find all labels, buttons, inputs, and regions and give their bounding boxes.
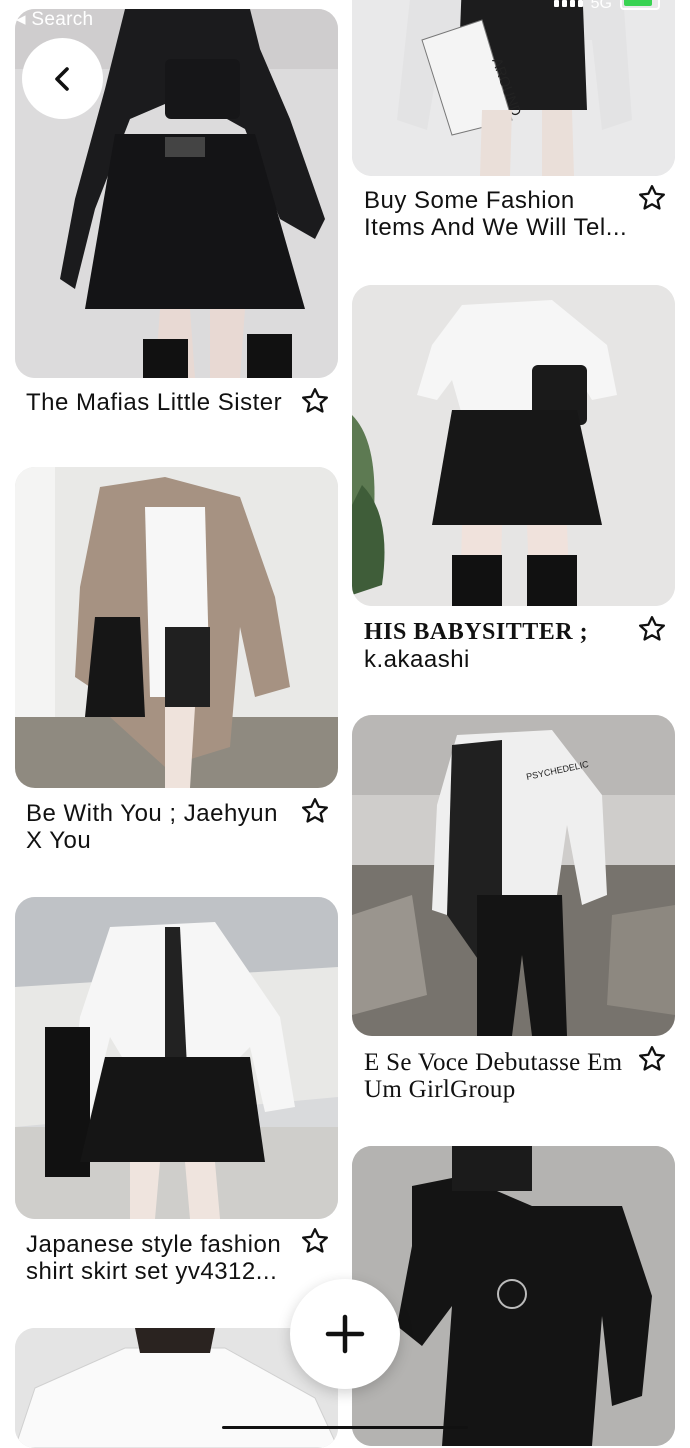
pin-image[interactable] (15, 1328, 338, 1448)
back-button[interactable] (22, 38, 103, 119)
save-pin-button[interactable] (637, 614, 667, 644)
pin-image[interactable] (15, 897, 338, 1219)
star-icon (639, 616, 665, 641)
pin-title-line: HIS BABYSITTER ; (364, 619, 589, 645)
pin-image[interactable] (352, 285, 675, 606)
pin-image[interactable] (352, 1146, 675, 1446)
outfit-photo (15, 467, 338, 788)
pin-title: HIS BABYSITTER ; k.akaashi (364, 618, 630, 672)
save-pin-button[interactable] (637, 1044, 667, 1074)
pin-title: The Mafias Little Sister (26, 389, 283, 416)
save-pin-button[interactable] (300, 386, 330, 416)
pin-title: Buy Some Fashion Items And We Will Tel..… (364, 187, 628, 241)
pin-image[interactable]: PSYCHEDELIC (352, 715, 675, 1036)
outfit-photo (15, 897, 338, 1219)
network-type: 5G (590, 0, 612, 12)
status-bar: ◂ Search 5G (0, 0, 690, 36)
star-icon (302, 798, 328, 823)
outfit-photo (352, 285, 675, 606)
star-icon (302, 1228, 328, 1253)
save-pin-button[interactable] (300, 796, 330, 826)
pin-title: E Se Voce Debutasse Em Um GirlGroup (364, 1049, 623, 1103)
plus-icon (325, 1314, 365, 1354)
star-icon (639, 185, 665, 210)
save-pin-button[interactable] (637, 183, 667, 213)
outfit-photo: PSYCHEDELIC (352, 715, 675, 1036)
battery-icon (620, 0, 660, 10)
signal-icon (553, 0, 583, 7)
status-icons: 5G (553, 0, 660, 12)
star-icon (302, 388, 328, 413)
chevron-left-icon (54, 66, 69, 91)
add-button[interactable] (290, 1279, 400, 1389)
outfit-photo (15, 1328, 338, 1448)
star-icon (639, 1046, 665, 1071)
pin-title: Be With You ; Jaehyun X You (26, 800, 278, 854)
pin-title: Japanese style fashion shirt skirt set y… (26, 1231, 282, 1285)
save-pin-button[interactable] (300, 1226, 330, 1256)
outfit-photo (352, 1146, 675, 1446)
back-to-search-link[interactable]: ◂ Search (16, 8, 93, 31)
pin-image[interactable] (15, 467, 338, 788)
pin-title-line: k.akaashi (364, 646, 470, 672)
